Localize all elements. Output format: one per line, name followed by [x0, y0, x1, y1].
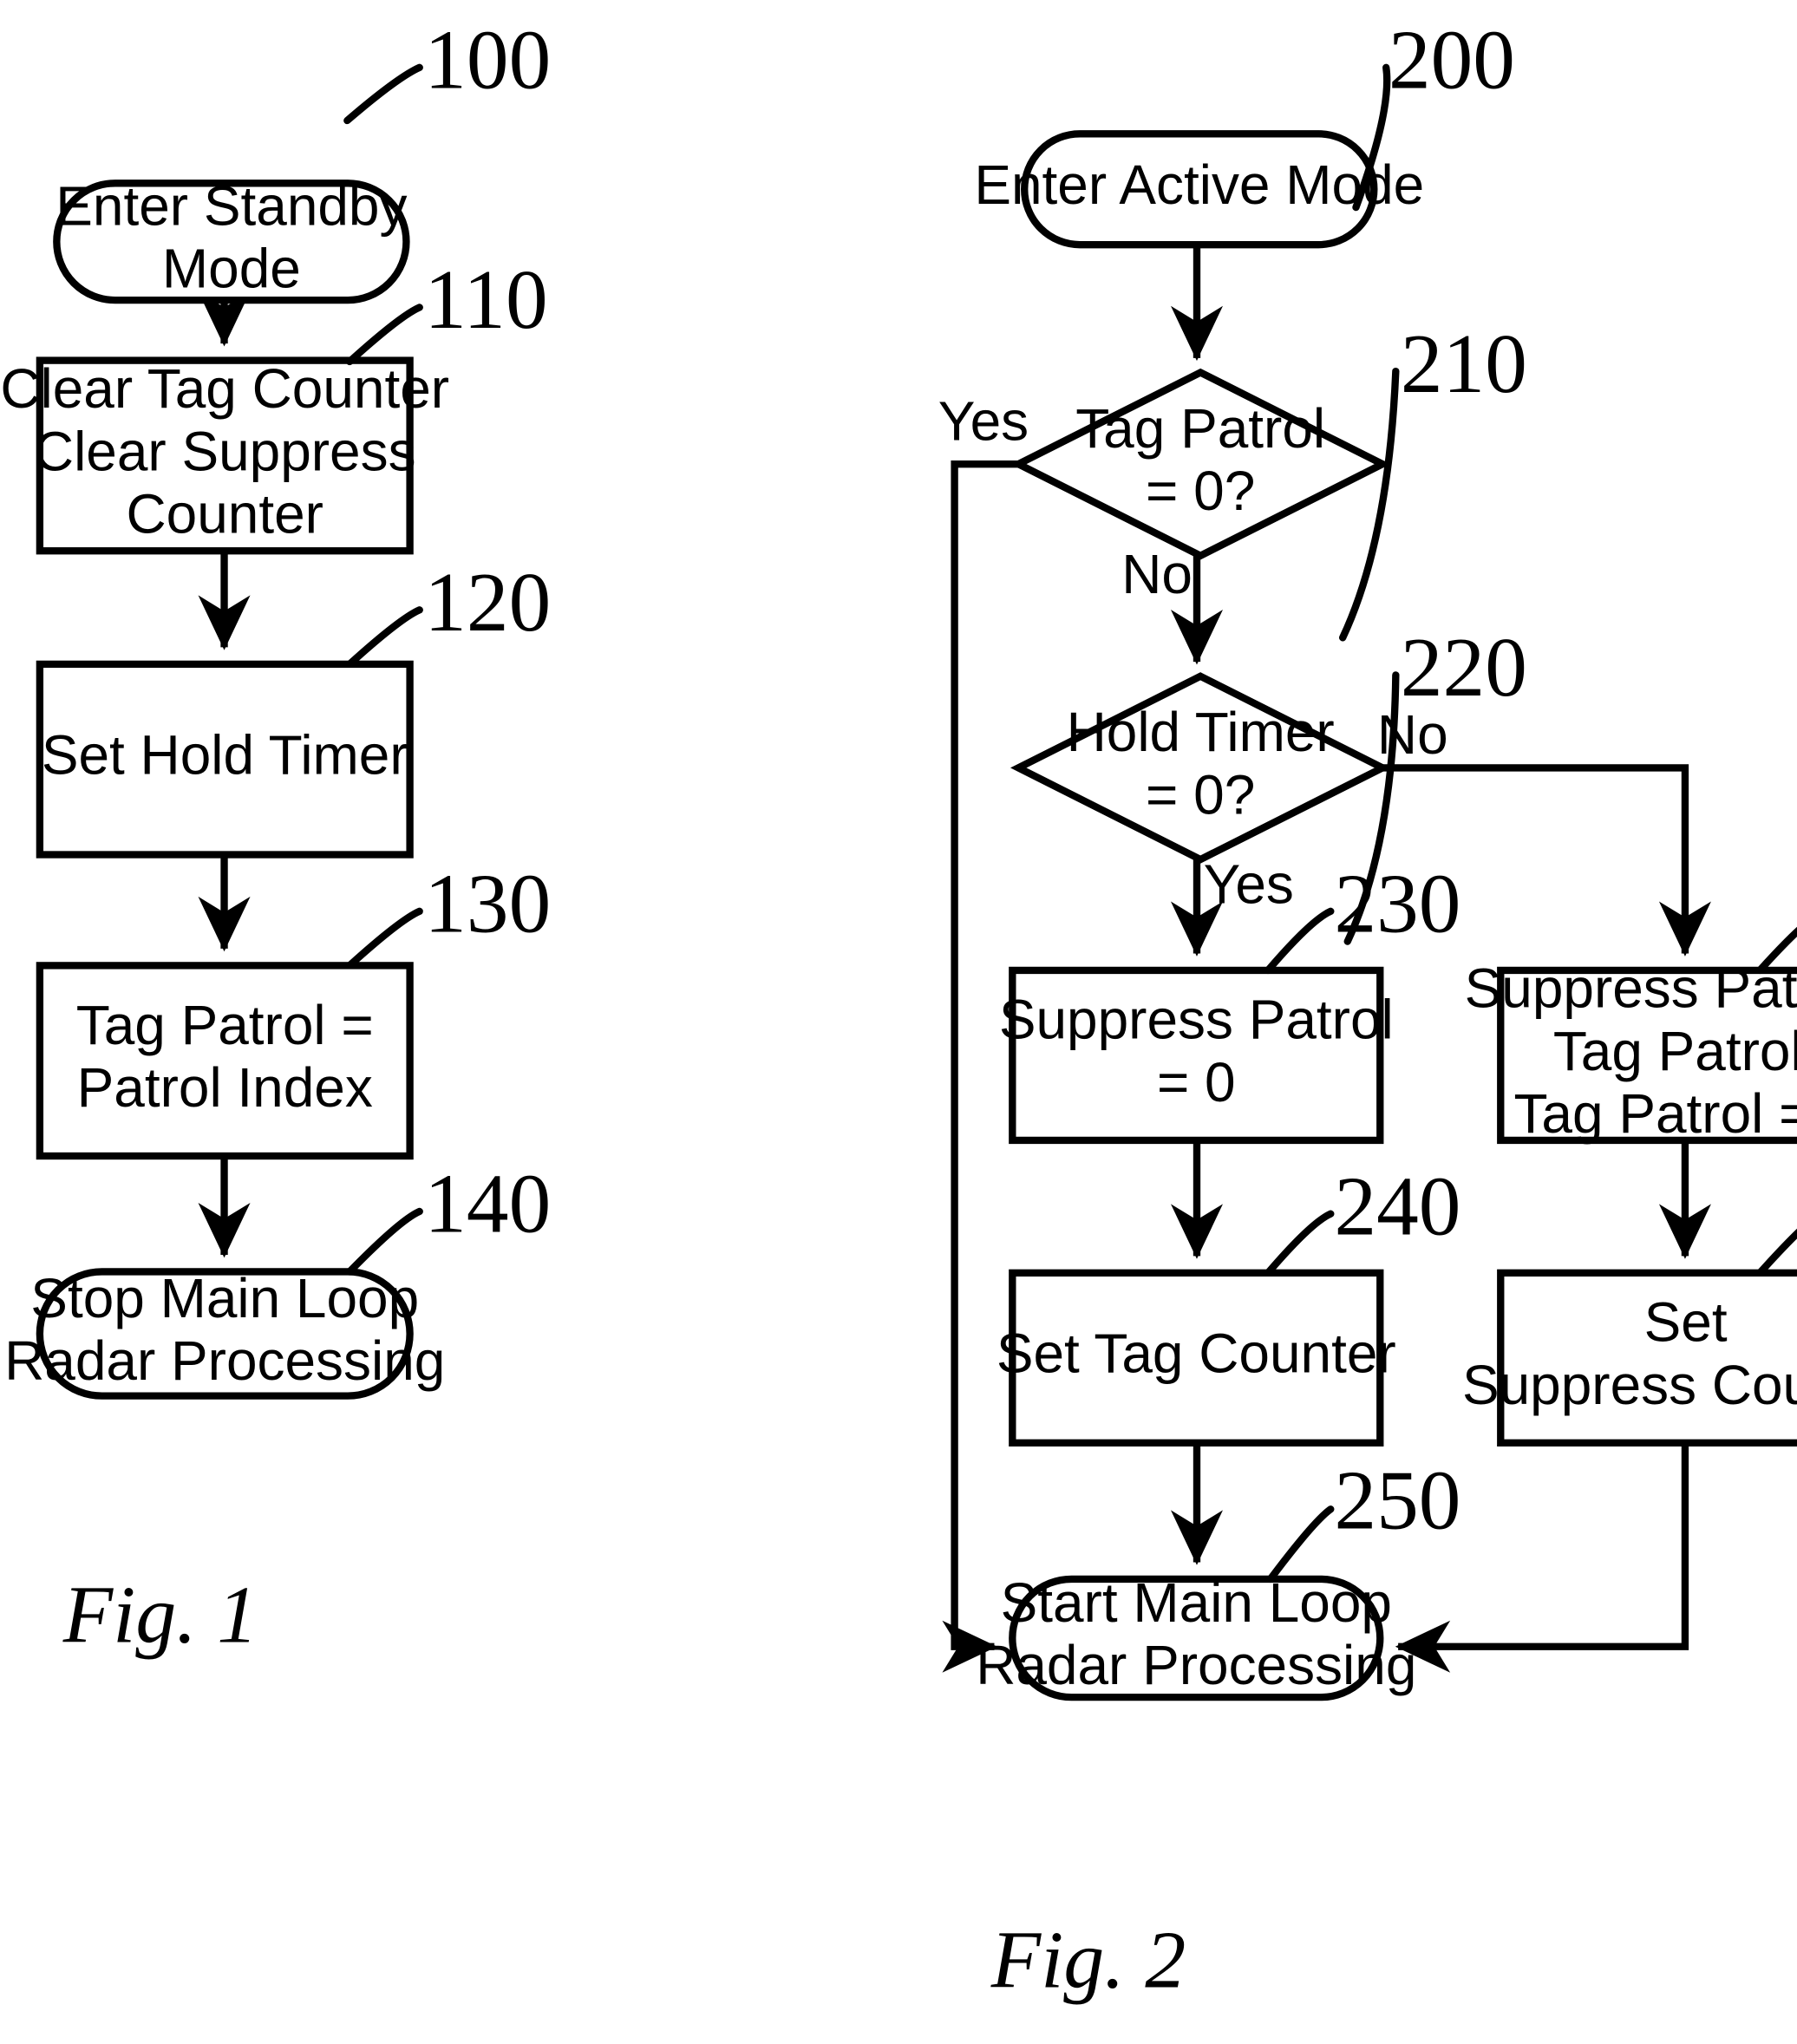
clear-counters-process-line: Counter	[127, 483, 323, 545]
branch-label-no-210: No	[1121, 543, 1193, 605]
clear-counters-process-reference-numeral: 110	[424, 253, 547, 347]
stop-main-loop-terminal[interactable]: Stop Main LoopRadar Processing	[4, 1267, 445, 1400]
set-suppress-counter-process-line: Set	[1644, 1291, 1728, 1354]
suppress-patrol-swap-process-line: Tag Patrol;	[1553, 1020, 1797, 1082]
set-hold-timer-process[interactable]: Set Hold Timer	[36, 660, 414, 859]
tag-patrol-zero-decision-line: Tag Patrol	[1075, 397, 1325, 460]
set-tag-counter-process[interactable]: Set Tag Counter	[997, 1269, 1396, 1446]
clear-counters-process[interactable]: Clear Tag CounterClear SuppressCounter	[0, 356, 449, 555]
start-main-loop-terminal-line: Start Main Loop	[1001, 1571, 1392, 1634]
figure-caption-fig2: Fig. 2	[990, 1916, 1186, 2006]
enter-active-mode-terminal[interactable]: Enter Active Mode	[974, 130, 1424, 249]
set-suppress-counter-process[interactable]: SetSuppress Counter	[1462, 1269, 1797, 1446]
clear-counters-process-line: Clear Tag Counter	[0, 357, 449, 420]
set-suppress-counter-process-line: Suppress Counter	[1462, 1354, 1797, 1416]
tag-patrol-zero-decision-line: = 0?	[1146, 460, 1255, 522]
hold-timer-zero-decision-reference-numeral: 220	[1401, 621, 1527, 715]
set-hold-timer-process-reference-numeral: 120	[424, 556, 551, 650]
patent-flowchart-figure-sheet: Enter StandbyMode100Clear Tag CounterCle…	[0, 0, 1797, 2044]
tag-patrol-assign-process-line: Tag Patrol =	[76, 994, 374, 1056]
set-tag-counter-process-reference-numeral: 240	[1334, 1159, 1460, 1253]
set-hold-timer-process-line: Set Hold Timer	[42, 724, 408, 787]
enter-standby-mode-terminal-line: Mode	[162, 238, 301, 300]
suppress-patrol-swap-process[interactable]: Suppress Patrol =Tag Patrol;Tag Patrol =…	[1465, 957, 1797, 1146]
hold-timer-zero-decision-line: Hold Timer	[1067, 701, 1335, 763]
start-main-loop-terminal-reference-numeral: 250	[1334, 1454, 1460, 1548]
stop-main-loop-terminal-line: Stop Main Loop	[30, 1267, 419, 1329]
branch-label-yes-210: Yes	[938, 390, 1029, 453]
enter-standby-mode-terminal-reference-numeral: 100	[424, 14, 551, 108]
suppress-patrol-zero-process-line: Suppress Patrol	[999, 989, 1394, 1051]
suppress-patrol-swap-process-line: Tag Patrol = 0	[1513, 1082, 1797, 1145]
suppress-patrol-zero-process-line: = 0	[1157, 1051, 1236, 1113]
suppress-patrol-zero-process-reference-numeral: 230	[1334, 858, 1460, 951]
enter-standby-mode-terminal-line: Enter Standby	[56, 174, 407, 237]
tag-patrol-zero-decision-reference-numeral: 210	[1401, 317, 1527, 411]
suppress-patrol-swap-process-line: Suppress Patrol =	[1465, 957, 1797, 1020]
set-tag-counter-process-line: Set Tag Counter	[997, 1322, 1396, 1385]
enter-active-mode-terminal-reference-numeral: 200	[1389, 14, 1515, 108]
start-main-loop-terminal[interactable]: Start Main LoopRadar Processing	[976, 1571, 1416, 1701]
tag-patrol-assign-process-reference-numeral: 130	[424, 858, 551, 951]
branch-label-no-220: No	[1377, 703, 1448, 766]
hold-timer-zero-decision-line: = 0?	[1146, 763, 1255, 826]
tag-patrol-assign-process[interactable]: Tag Patrol =Patrol Index	[36, 962, 414, 1160]
start-main-loop-terminal-line: Radar Processing	[976, 1634, 1416, 1696]
stop-main-loop-terminal-line: Radar Processing	[4, 1329, 445, 1392]
branch-label-yes-220: Yes	[1204, 852, 1294, 915]
stop-main-loop-terminal-reference-numeral: 140	[424, 1158, 551, 1251]
tag-patrol-assign-process-line: Patrol Index	[77, 1056, 373, 1119]
enter-standby-mode-terminal[interactable]: Enter StandbyMode	[53, 174, 410, 304]
clear-counters-process-line: Clear Suppress	[34, 420, 416, 482]
figure-caption-fig1: Fig. 1	[62, 1571, 258, 1661]
suppress-patrol-zero-process[interactable]: Suppress Patrol= 0	[999, 966, 1394, 1145]
